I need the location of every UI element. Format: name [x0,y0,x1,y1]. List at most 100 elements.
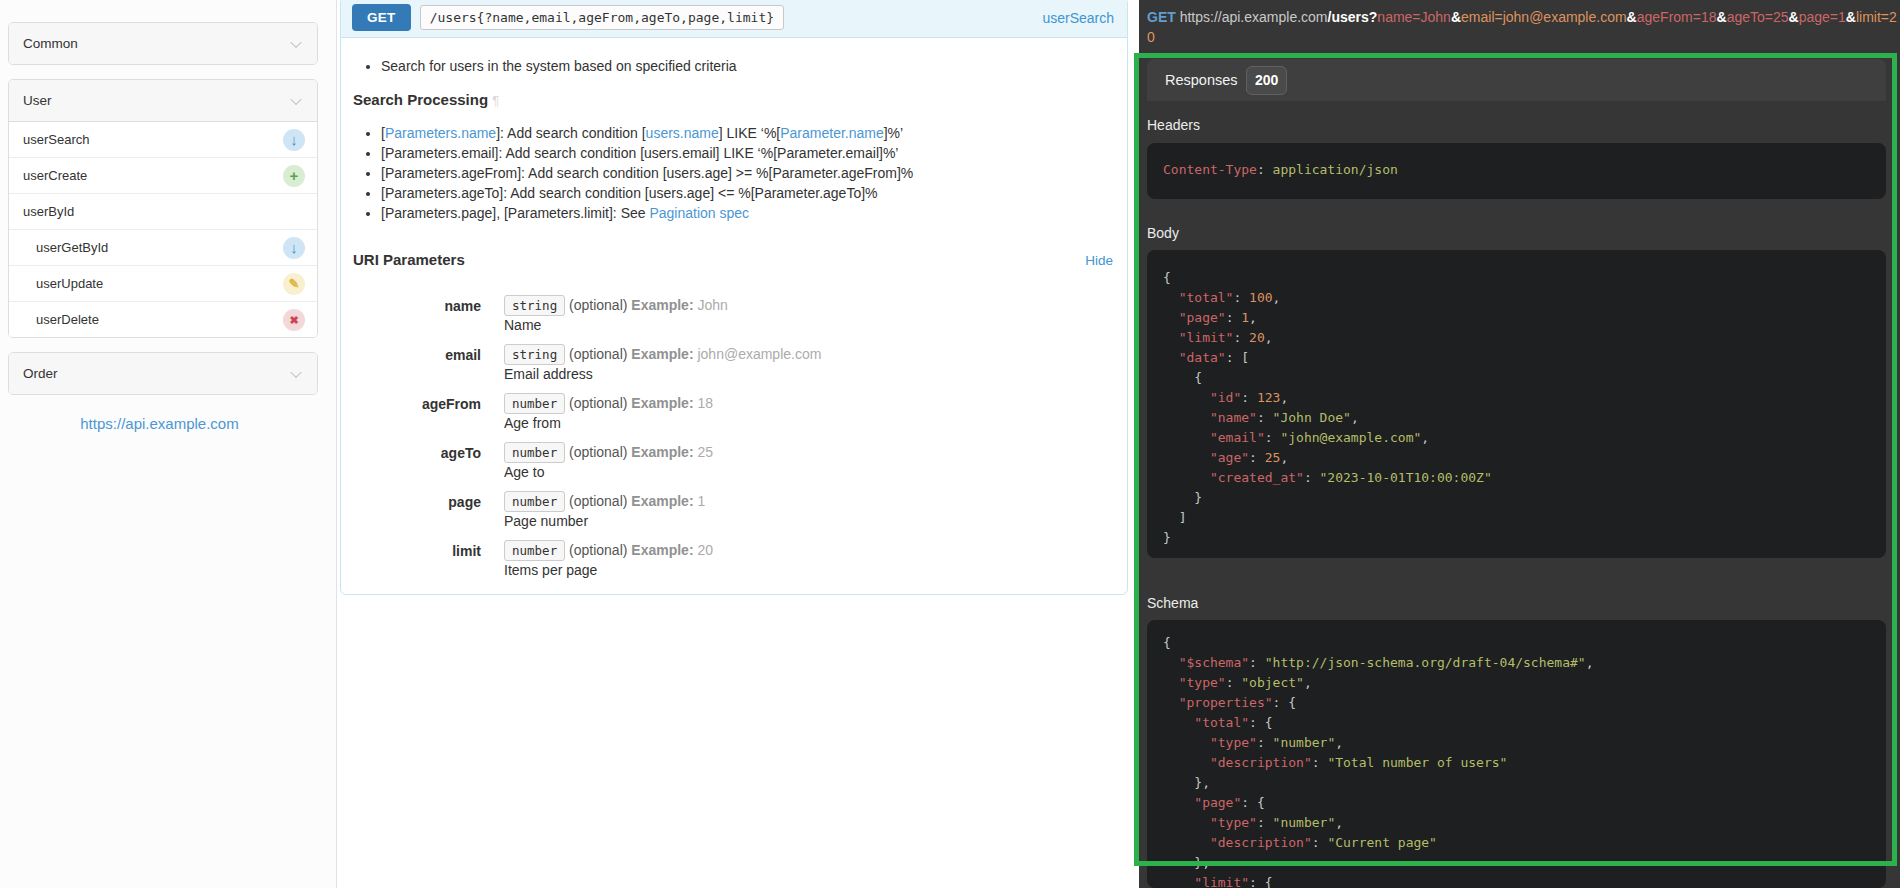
search-processing-item: [Parameters.ageFrom]: Add search conditi… [381,163,1115,183]
uri-parameter-row: emailstring (optional) Example: john@exa… [353,344,1115,384]
sidebar-item-userById[interactable]: userById [9,193,317,229]
inline-link[interactable]: Parameters.name [385,125,496,141]
code-line: "limit": 20, [1163,328,1870,348]
schema-code-block: { "$schema": "http://json-schema.org/dra… [1147,620,1886,888]
action-card: GET /users{?name,email,ageFrom,ageTo,pag… [340,0,1128,595]
sidebar-item-userGetById[interactable]: userGetById↓ [9,229,317,265]
param-type: number [504,491,565,512]
request-token: email=john@example.com [1461,9,1627,25]
host-link[interactable]: https://api.example.com [0,415,319,432]
request-token: & [1789,9,1799,25]
code-line: "created_at": "2023-10-01T10:00:00Z" [1163,468,1870,488]
param-type: string [504,344,565,365]
action-card-body: Search for users in the system based on … [341,38,1127,599]
code-line: "data": [ [1163,348,1870,368]
sidebar: Common UseruserSearch↓userCreate+userById… [0,0,337,888]
code-line: ] [1163,508,1870,528]
code-line: "description": "Current page" [1163,833,1870,853]
param-name: email [353,344,481,384]
sidebar-group-order: Order [8,352,318,395]
param-type: string [504,295,565,316]
uri-parameters-list: namestring (optional) Example: JohnNamee… [353,295,1115,580]
request-token: & [1846,9,1856,25]
param-description: Age from [504,413,713,433]
param-description: Email address [504,364,821,384]
param-example-value: 25 [697,444,713,460]
code-line: "$schema": "http://json-schema.org/draft… [1163,653,1870,673]
request-token: & [1717,9,1727,25]
sidebar-item-userCreate[interactable]: userCreate+ [9,157,317,193]
code-line: "total": 100, [1163,288,1870,308]
code-line: "name": "John Doe", [1163,408,1870,428]
sidebar-item-userDelete[interactable]: userDelete✖ [9,301,317,337]
search-processing-item: [Parameters.name]: Add search condition … [381,123,1115,143]
put-method-icon: ✎ [283,273,305,295]
request-token: GET [1147,9,1176,25]
param-type: number [504,393,565,414]
hide-link[interactable]: Hide [1085,251,1113,271]
sidebar-item-userUpdate[interactable]: userUpdate✎ [9,265,317,301]
responses-label: Responses [1165,59,1238,101]
param-description: Items per page [504,560,713,580]
code-line: "properties": { [1163,693,1870,713]
param-example-value: john@example.com [697,346,821,362]
search-processing-item: [Parameters.ageTo]: Add search condition… [381,183,1115,203]
param-name: limit [353,540,481,580]
chevron-down-icon [290,366,301,377]
param-modifier: (optional) [569,542,627,558]
example-request-url: GET https://api.example.com/users?name=J… [1139,0,1900,47]
search-processing-item: [Parameters.email]: Add search condition… [381,143,1115,163]
code-line: { [1163,268,1870,288]
delete-method-icon: ✖ [283,309,305,331]
param-description: Name [504,315,728,335]
search-processing-heading: Search Processing ¶ [353,90,1115,111]
param-modifier: (optional) [569,444,627,460]
inline-link[interactable]: Pagination spec [649,205,749,221]
description-list: Search for users in the system based on … [353,56,1115,76]
param-name: ageFrom [353,393,481,433]
uri-parameter-row: ageTonumber (optional) Example: 25Age to [353,442,1115,482]
param-modifier: (optional) [569,297,627,313]
uri-parameter-row: ageFrom number (optional) Example: 18 Age … [353,393,1115,433]
request-token: /users? [1328,9,1378,25]
code-line: "description": "Total number of users" [1163,753,1870,773]
sidebar-group-common: Common [8,22,318,65]
get-method-icon: ↓ [283,237,305,259]
code-line: "type": "number", [1163,733,1870,753]
sidebar-group-header-user[interactable]: User [9,80,317,122]
param-example-label: Example: [631,395,693,411]
param-modifier: (optional) [569,493,627,509]
sidebar-group-header-common[interactable]: Common [9,23,317,64]
code-line: "limit": { [1163,873,1870,888]
code-line: Content-Type: application/json [1163,160,1870,180]
request-token: & [1451,9,1461,25]
sidebar-group-header-order[interactable]: Order [9,353,317,394]
status-200-button[interactable]: 200 [1246,66,1287,95]
code-line: } [1163,528,1870,548]
method-badge[interactable]: GET [352,4,411,31]
sidebar-item-userSearch[interactable]: userSearch↓ [9,122,317,157]
sidebar-groups: Common UseruserSearch↓userCreate+userById… [0,22,336,395]
uri-parameter-row: limitnumber (optional) Example: 20Items … [353,540,1115,580]
param-example-label: Example: [631,542,693,558]
code-line: "id": 123, [1163,388,1870,408]
param-example-value: 18 [697,395,713,411]
action-card-header: GET /users{?name,email,ageFrom,ageTo,pag… [341,0,1127,38]
code-line: "email": "john@example.com", [1163,428,1870,448]
param-example-value: John [697,297,727,313]
code-line: }, [1163,853,1870,873]
param-example-label: Example: [631,297,693,313]
param-modifier: (optional) [569,395,627,411]
code-line: "total": { [1163,713,1870,733]
request-token: name=John [1377,9,1451,25]
code-line: "age": 25, [1163,448,1870,468]
chevron-down-icon [290,93,301,104]
inline-link[interactable]: Parameter.name [780,125,884,141]
code-line: "type": "number", [1163,813,1870,833]
example-panel: GET https://api.example.com/users?name=J… [1139,0,1900,888]
param-name: ageTo [353,442,481,482]
request-token: page=1 [1799,9,1846,25]
inline-link[interactable]: users.name [646,125,719,141]
param-example-label: Example: [631,444,693,460]
permalink[interactable]: userSearch [1042,10,1114,26]
